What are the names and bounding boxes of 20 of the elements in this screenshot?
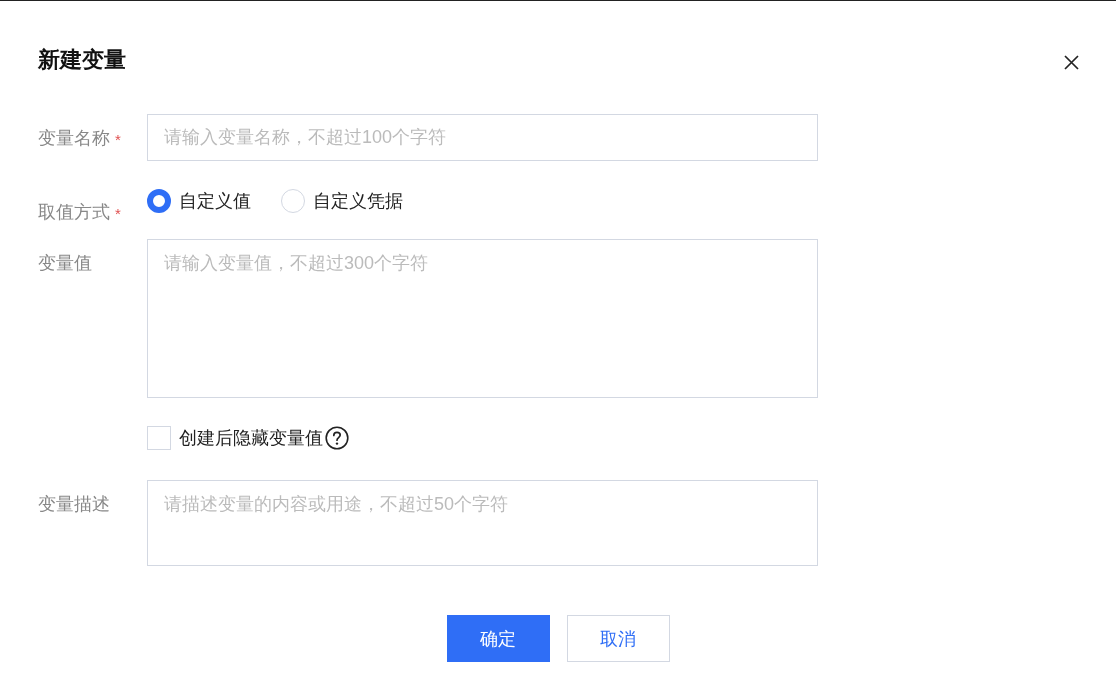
dialog-title: 新建变量 — [38, 46, 126, 74]
checkbox[interactable] — [147, 426, 171, 450]
cancel-button[interactable]: 取消 — [566, 615, 670, 662]
textarea-field[interactable]: 请描述变量的内容或用途，不超过50个字符 — [147, 480, 818, 566]
checkbox-label[interactable]: 创建后隐藏变量值 — [179, 425, 323, 451]
textarea-field[interactable]: 请输入变量值，不超过300个字符 — [147, 239, 818, 398]
radio-label[interactable]: 自定义值 — [179, 188, 251, 214]
close-button[interactable] — [1064, 55, 1079, 70]
input-field[interactable]: 请输入变量名称，不超过100个字符 — [147, 114, 818, 161]
field-label: 变量描述 — [38, 493, 110, 516]
radio-button[interactable] — [147, 189, 171, 213]
confirm-button[interactable]: 确定 — [446, 615, 550, 662]
radio-label[interactable]: 自定义凭据 — [313, 188, 403, 214]
required-mark: * — [115, 204, 121, 224]
field-label: 变量值 — [38, 252, 92, 275]
required-mark: * — [115, 130, 121, 150]
field-label: 变量名称 — [38, 127, 110, 150]
help-icon[interactable] — [325, 426, 349, 450]
close-icon — [1064, 55, 1079, 70]
field-label: 取值方式 — [38, 201, 110, 224]
